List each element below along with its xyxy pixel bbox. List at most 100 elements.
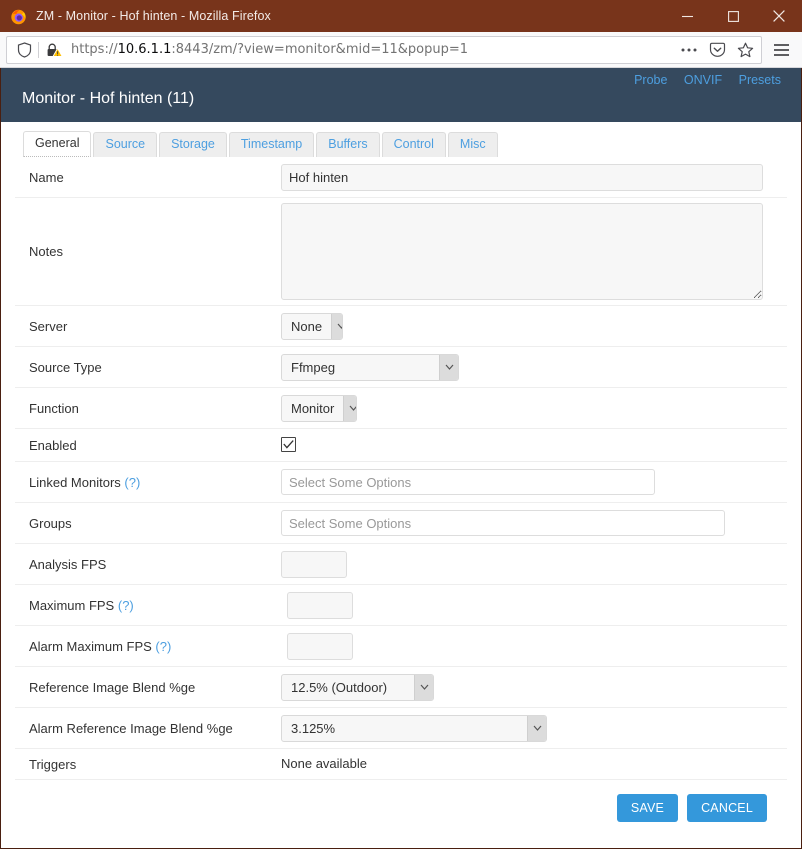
minimize-button[interactable] bbox=[664, 0, 710, 32]
help-icon-alarm-maximum-fps[interactable]: (?) bbox=[155, 639, 171, 654]
field-analysis-fps bbox=[281, 550, 787, 578]
tab-storage[interactable]: Storage bbox=[159, 132, 227, 157]
pocket-icon[interactable] bbox=[703, 37, 731, 63]
reference-image-blend-select[interactable]: 12.5% (Outdoor) bbox=[281, 673, 434, 701]
help-icon-linked-monitors[interactable]: (?) bbox=[124, 475, 140, 490]
save-button[interactable]: SAVE bbox=[616, 794, 679, 822]
field-alarm-maximum-fps bbox=[281, 632, 787, 660]
chevron-down-icon bbox=[414, 674, 433, 700]
maximize-button[interactable] bbox=[710, 0, 756, 32]
window-titlebar: ZM - Monitor - Hof hinten - Mozilla Fire… bbox=[0, 0, 802, 32]
label-maximum-fps: Maximum FPS (?) bbox=[15, 598, 281, 613]
url-bar[interactable]: https://10.6.1.1:8443/zm/?view=monitor&m… bbox=[6, 35, 762, 64]
row-server: Server None bbox=[15, 306, 787, 347]
server-select-value: None bbox=[291, 318, 323, 334]
window-title: ZM - Monitor - Hof hinten - Mozilla Fire… bbox=[36, 9, 271, 23]
url-text[interactable]: https://10.6.1.1:8443/zm/?view=monitor&m… bbox=[67, 42, 675, 57]
label-reference-image-blend: Reference Image Blend %ge bbox=[29, 679, 196, 695]
help-icon-maximum-fps[interactable]: (?) bbox=[118, 598, 134, 613]
label-server: Server bbox=[29, 318, 68, 334]
field-name bbox=[281, 163, 787, 191]
label-source-type: Source Type bbox=[29, 359, 102, 375]
label-triggers: Triggers bbox=[29, 756, 77, 772]
alarm-reference-image-blend-value: 3.125% bbox=[291, 720, 336, 736]
chevron-down-icon bbox=[331, 313, 342, 339]
enabled-checkbox[interactable] bbox=[281, 437, 296, 452]
shield-icon[interactable] bbox=[11, 37, 37, 63]
hamburger-menu-icon[interactable] bbox=[766, 35, 796, 65]
urlbar-divider bbox=[38, 41, 39, 58]
tab-misc[interactable]: Misc bbox=[447, 132, 498, 157]
tab-timestamp[interactable]: Timestamp bbox=[228, 132, 315, 157]
urlbar-actions bbox=[675, 37, 759, 63]
row-triggers: Triggers None available bbox=[15, 749, 787, 780]
row-alarm-maximum-fps: Alarm Maximum FPS (?) bbox=[15, 626, 787, 667]
row-notes: Notes bbox=[15, 198, 787, 306]
tab-control[interactable]: Control bbox=[381, 132, 446, 157]
header-links: Probe ONVIF Presets bbox=[621, 73, 781, 87]
label-alarm-maximum-fps: Alarm Maximum FPS (?) bbox=[15, 639, 281, 654]
ellipsis-icon[interactable] bbox=[675, 37, 703, 63]
check-icon bbox=[283, 440, 294, 449]
chevron-down-icon bbox=[527, 715, 546, 741]
alarm-reference-image-blend-select[interactable]: 3.125% bbox=[281, 714, 547, 742]
row-name: Name bbox=[15, 157, 787, 198]
label-enabled: Enabled bbox=[29, 437, 77, 453]
linked-monitors-input[interactable] bbox=[281, 469, 655, 495]
field-reference-image-blend: 12.5% (Outdoor) bbox=[281, 673, 787, 701]
name-input[interactable] bbox=[281, 163, 763, 191]
row-linked-monitors: Linked Monitors (?) bbox=[15, 462, 787, 503]
firefox-window: ZM - Monitor - Hof hinten - Mozilla Fire… bbox=[0, 0, 802, 849]
url-host: 10.6.1.1 bbox=[117, 42, 172, 57]
link-probe[interactable]: Probe bbox=[634, 73, 667, 87]
field-linked-monitors bbox=[281, 469, 787, 495]
label-linked-monitors: Linked Monitors (?) bbox=[15, 475, 281, 490]
form-actions: SAVE CANCEL bbox=[15, 780, 787, 822]
monitor-settings-form: Name Notes Server None bbox=[1, 157, 801, 848]
groups-input[interactable] bbox=[281, 510, 725, 536]
source-type-select[interactable]: Ffmpeg bbox=[281, 353, 459, 381]
lock-warning-icon[interactable] bbox=[41, 37, 67, 63]
analysis-fps-input[interactable] bbox=[281, 550, 347, 578]
source-type-select-value: Ffmpeg bbox=[291, 359, 336, 375]
label-alarm-reference-image-blend: Alarm Reference Image Blend %ge bbox=[29, 720, 233, 736]
row-source-type: Source Type Ffmpeg bbox=[15, 347, 787, 388]
row-enabled: Enabled bbox=[15, 429, 787, 462]
field-enabled bbox=[281, 436, 787, 454]
link-onvif[interactable]: ONVIF bbox=[684, 73, 722, 87]
label-analysis-fps: Analysis FPS bbox=[29, 556, 107, 572]
url-scheme: https:// bbox=[71, 42, 118, 57]
tab-general[interactable]: General bbox=[23, 131, 92, 157]
tab-source[interactable]: Source bbox=[93, 132, 158, 157]
row-analysis-fps: Analysis FPS bbox=[15, 544, 787, 585]
function-select-value: Monitor bbox=[291, 400, 335, 416]
label-notes: Notes bbox=[29, 244, 63, 259]
label-linked-monitors-text: Linked Monitors bbox=[29, 474, 121, 490]
star-icon[interactable] bbox=[731, 37, 759, 63]
cancel-button[interactable]: CANCEL bbox=[687, 794, 767, 822]
firefox-logo-icon bbox=[10, 8, 27, 25]
close-button[interactable] bbox=[756, 0, 802, 32]
tab-buffers[interactable]: Buffers bbox=[316, 132, 380, 157]
field-triggers: None available bbox=[281, 755, 787, 773]
row-reference-image-blend: Reference Image Blend %ge 12.5% (Outdoor… bbox=[15, 667, 787, 708]
field-maximum-fps bbox=[281, 591, 787, 619]
alarm-maximum-fps-input[interactable] bbox=[287, 632, 353, 660]
link-presets[interactable]: Presets bbox=[739, 73, 781, 87]
row-maximum-fps: Maximum FPS (?) bbox=[15, 585, 787, 626]
tab-bar: General Source Storage Timestamp Buffers… bbox=[1, 122, 801, 157]
function-select[interactable]: Monitor bbox=[281, 394, 357, 422]
window-controls bbox=[664, 0, 802, 32]
notes-textarea[interactable] bbox=[281, 203, 763, 300]
browser-navbar: https://10.6.1.1:8443/zm/?view=monitor&m… bbox=[0, 32, 802, 68]
chevron-down-icon bbox=[343, 395, 356, 421]
zm-page-header: Probe ONVIF Presets Monitor - Hof hinten… bbox=[1, 68, 801, 122]
field-notes bbox=[281, 203, 787, 300]
maximum-fps-input[interactable] bbox=[287, 591, 353, 619]
page-title: Monitor - Hof hinten (11) bbox=[22, 90, 195, 107]
server-select[interactable]: None bbox=[281, 312, 343, 340]
reference-image-blend-value: 12.5% (Outdoor) bbox=[291, 679, 388, 695]
label-maximum-fps-text: Maximum FPS bbox=[29, 597, 115, 613]
field-function: Monitor bbox=[281, 394, 787, 422]
label-groups: Groups bbox=[29, 515, 72, 531]
